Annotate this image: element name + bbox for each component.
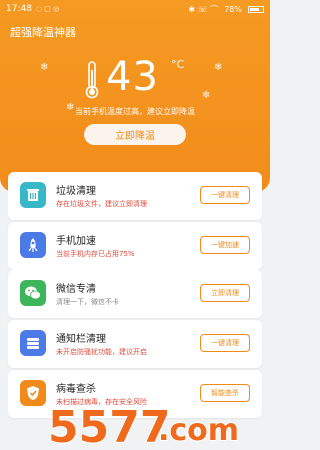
item-title: 病毒查杀	[56, 384, 96, 395]
list-item: 病毒查杀未扫描过病毒，存在安全风险 智能查杀	[8, 370, 262, 418]
list-item: 微信专清清理一下，微信不卡 立即清理	[8, 270, 262, 318]
wechat-icon	[20, 280, 46, 306]
snowflake-icon: ❄	[214, 62, 223, 73]
temperature-value: 43	[106, 54, 159, 100]
status-time: 17:48	[6, 4, 32, 14]
item-title: 通知栏清理	[56, 334, 106, 345]
item-subtitle: 未开启防骚扰功能，建议开启	[56, 348, 147, 356]
snowflake-icon: ❄	[40, 62, 49, 73]
battery-icon	[248, 5, 264, 13]
item-subtitle: 当前手机内存已占用75%	[56, 250, 135, 258]
item-title: 手机加速	[56, 236, 96, 247]
shield-icon	[20, 380, 46, 406]
app-title: 超强降温神器	[10, 26, 76, 39]
list-item: 垃圾清理存在垃圾文件，建议立即清理 一键清理	[8, 172, 262, 220]
list-item: 通知栏清理未开启防骚扰功能，建议开启 一键清理	[8, 320, 262, 368]
svg-text:.com: .com	[158, 413, 239, 448]
temperature-unit: °C	[171, 58, 185, 71]
item-subtitle: 存在垃圾文件，建议立即清理	[56, 200, 147, 208]
item-action-button[interactable]: 一键清理	[200, 186, 250, 204]
item-action-button[interactable]: 一键清理	[200, 334, 250, 352]
notification-icons: ◌ ▢ ◎	[35, 5, 60, 13]
battery-text: 78%	[224, 4, 242, 14]
temperature-hint: 当前手机温度过高，建议立即降温	[75, 107, 195, 116]
status-right: ✱ ☏ ⌒ 78%	[188, 4, 264, 15]
header-panel: 17:48 ◌ ▢ ◎ ✱ ☏ ⌒ 78% 超强降温神器 ❄ ❄ ❄ ❄ 43 …	[0, 0, 270, 192]
item-title: 垃圾清理	[56, 186, 96, 197]
list-item: 手机加速当前手机内存已占用75% 一键加速	[8, 222, 262, 270]
system-icons: ✱ ☏ ⌒	[188, 4, 219, 14]
cool-down-button[interactable]: 立即降温	[84, 124, 186, 145]
item-action-button[interactable]: 智能查杀	[200, 384, 250, 402]
item-subtitle: 清理一下，微信不卡	[56, 298, 119, 306]
snowflake-icon: ❄	[202, 90, 211, 101]
item-title: 微信专清	[56, 284, 96, 295]
status-bar: 17:48 ◌ ▢ ◎ ✱ ☏ ⌒ 78%	[0, 0, 270, 18]
item-action-button[interactable]: 立即清理	[200, 284, 250, 302]
thermometer-icon	[85, 61, 99, 99]
item-action-button[interactable]: 一键加速	[200, 236, 250, 254]
item-subtitle: 未扫描过病毒，存在安全风险	[56, 398, 147, 406]
trash-icon	[20, 182, 46, 208]
notification-icon	[20, 330, 46, 356]
rocket-icon	[20, 232, 46, 258]
